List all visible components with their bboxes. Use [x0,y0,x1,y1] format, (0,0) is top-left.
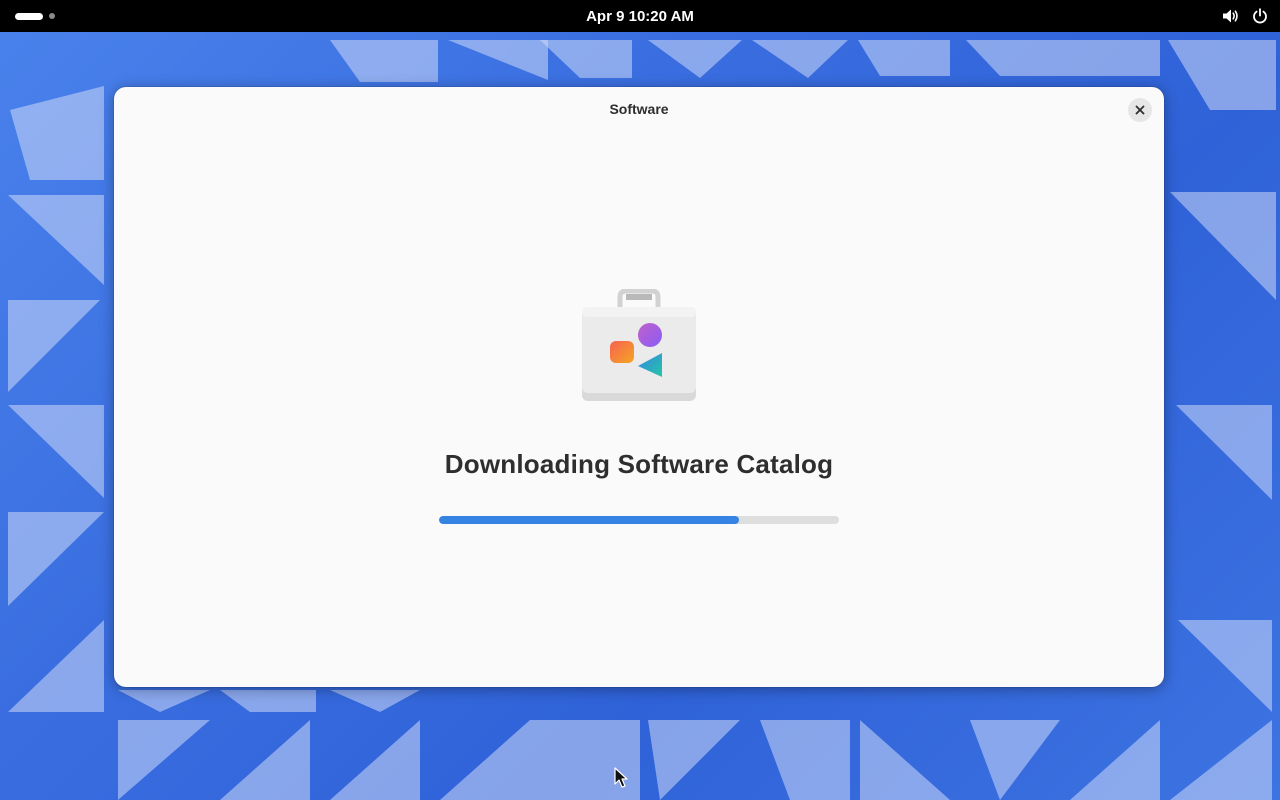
close-icon [1135,105,1145,115]
status-title: Downloading Software Catalog [444,449,834,479]
software-bag-icon [580,288,698,403]
progress-bar-fill [439,516,739,524]
workspace-indicator-active [15,12,43,20]
header-bar[interactable]: Software [114,87,1164,133]
mouse-cursor-icon [614,767,628,788]
software-window: Software Downloading Software Catalog [114,87,1164,687]
activities-button[interactable] [10,9,60,23]
clock-container: Apr 9 10:20 AM [0,0,1280,32]
power-icon[interactable] [1252,8,1268,24]
top-bar: Apr 9 10:20 AM [0,0,1280,32]
workspace-indicator-inactive [49,13,55,19]
clock[interactable]: Apr 9 10:20 AM [580,8,700,25]
window-title: Software [609,101,669,117]
close-button[interactable] [1128,98,1152,122]
progress-bar [439,516,839,524]
system-menu[interactable] [1222,0,1268,32]
volume-icon[interactable] [1222,8,1240,24]
